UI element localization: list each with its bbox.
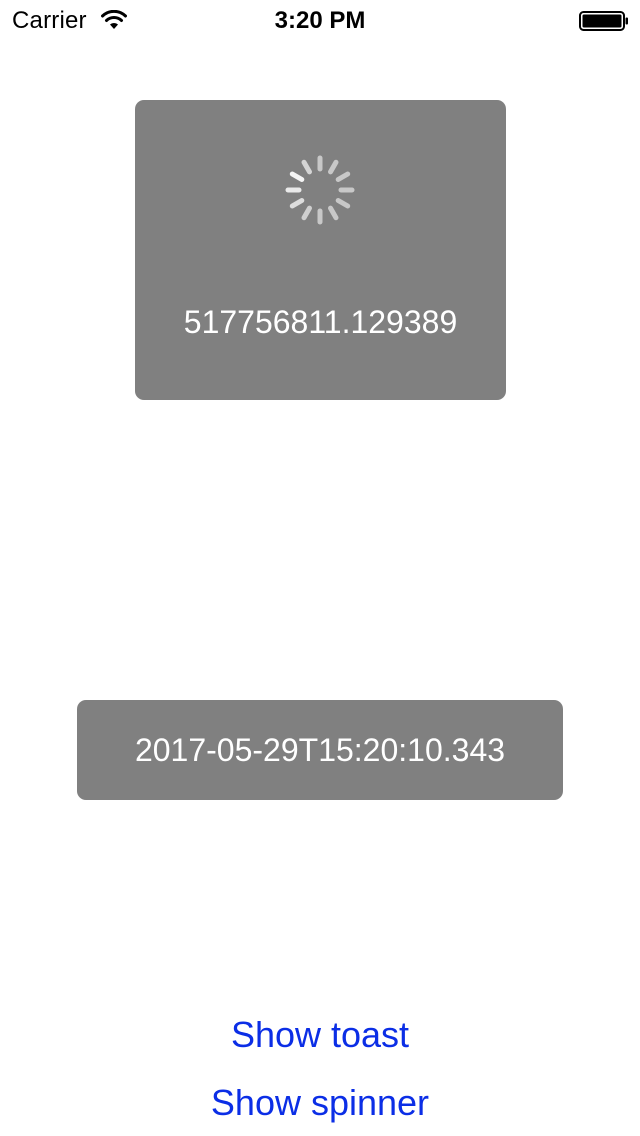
battery-icon xyxy=(579,11,628,31)
hud-timestamp-text: 517756811.129389 xyxy=(183,304,458,340)
spinner-hud: 517756811.129389 xyxy=(135,100,506,400)
show-toast-button[interactable]: Show toast xyxy=(0,1013,640,1057)
status-bar: Carrier 3:20 PM xyxy=(0,0,640,40)
status-time: 3:20 PM xyxy=(274,7,366,34)
show-spinner-button[interactable]: Show spinner xyxy=(0,1081,640,1125)
activity-spinner-icon xyxy=(285,155,355,225)
toast: 2017-05-29T15:20:10.343 xyxy=(77,700,563,800)
toast-message: 2017-05-29T15:20:10.343 xyxy=(134,732,506,768)
